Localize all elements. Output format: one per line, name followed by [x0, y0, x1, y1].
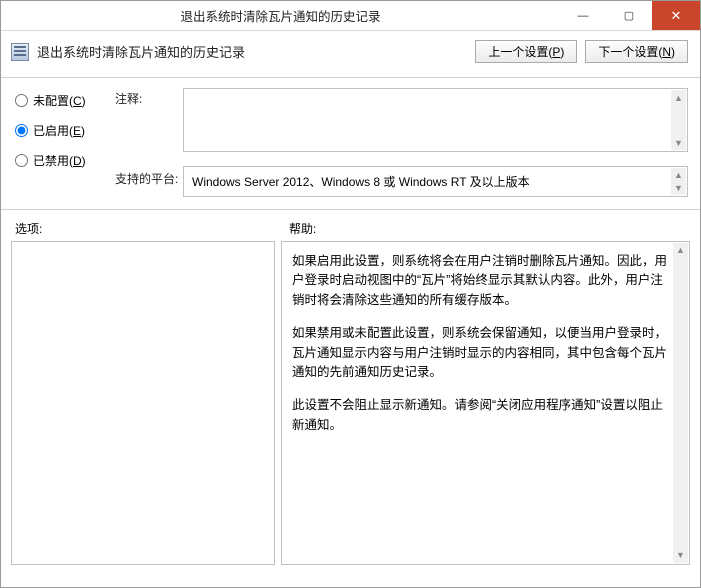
radio-enabled[interactable]: 已启用(E) [15, 122, 115, 139]
help-pane: 如果启用此设置，则系统将会在用户注销时删除瓦片通知。因此，用户登录时启动视图中的… [281, 241, 690, 565]
scroll-down-icon[interactable]: ▼ [671, 182, 686, 196]
policy-header: 退出系统时清除瓦片通知的历史记录 上一个设置(P) 下一个设置(N) [1, 31, 700, 78]
radio-not-configured[interactable]: 未配置(C) [15, 92, 115, 109]
radio-not-configured-input[interactable] [15, 94, 28, 107]
config-grid: 未配置(C) 已启用(E) 已禁用(D) 注释: ▲ ▼ 支持的平台: Wind… [1, 78, 700, 210]
platforms-box: Windows Server 2012、Windows 8 或 Windows … [183, 166, 688, 197]
lower-labels: 选项: 帮助: [1, 210, 700, 241]
policy-title: 退出系统时清除瓦片通知的历史记录 [37, 42, 467, 61]
maximize-button[interactable]: ▢ [606, 1, 652, 30]
platforms-scrollbar[interactable]: ▲ ▼ [671, 168, 686, 195]
radio-not-configured-label: 未配置(C) [33, 92, 86, 109]
help-scrollbar[interactable]: ▲ ▼ [673, 243, 688, 563]
minimize-button[interactable]: — [560, 1, 606, 30]
help-paragraph: 如果禁用或未配置此设置，则系统会保留通知，以便当用户登录时，瓦片通知显示内容与用… [292, 324, 667, 382]
comment-label: 注释: [115, 88, 183, 152]
scroll-up-icon[interactable]: ▲ [671, 168, 686, 182]
comment-scrollbar[interactable]: ▲ ▼ [671, 90, 686, 150]
radio-disabled[interactable]: 已禁用(D) [15, 152, 115, 169]
options-pane [11, 241, 275, 565]
options-label: 选项: [15, 220, 289, 237]
comment-textarea[interactable]: ▲ ▼ [183, 88, 688, 152]
scroll-up-icon[interactable]: ▲ [673, 243, 688, 258]
close-button[interactable]: ✕ [652, 1, 700, 30]
next-setting-button[interactable]: 下一个设置(N) [585, 40, 688, 63]
previous-setting-button[interactable]: 上一个设置(P) [475, 40, 577, 63]
help-paragraph: 如果启用此设置，则系统将会在用户注销时删除瓦片通知。因此，用户登录时启动视图中的… [292, 252, 667, 310]
lower-panes: 如果启用此设置，则系统将会在用户注销时删除瓦片通知。因此，用户登录时启动视图中的… [1, 241, 700, 575]
scroll-track[interactable] [671, 105, 686, 135]
radio-disabled-label: 已禁用(D) [33, 152, 86, 169]
state-radio-group: 未配置(C) 已启用(E) 已禁用(D) [15, 88, 115, 197]
policy-icon [11, 43, 29, 61]
help-label: 帮助: [289, 220, 316, 237]
scroll-up-icon[interactable]: ▲ [671, 90, 686, 105]
scroll-down-icon[interactable]: ▼ [673, 548, 688, 563]
platforms-label: 支持的平台: [115, 166, 183, 197]
radio-disabled-input[interactable] [15, 154, 28, 167]
scroll-track[interactable] [673, 258, 688, 548]
scroll-down-icon[interactable]: ▼ [671, 135, 686, 150]
platforms-value: Windows Server 2012、Windows 8 或 Windows … [192, 175, 530, 189]
titlebar: 退出系统时清除瓦片通知的历史记录 — ▢ ✕ [1, 1, 700, 31]
window-title: 退出系统时清除瓦片通知的历史记录 [1, 6, 560, 25]
prev-next-group: 上一个设置(P) 下一个设置(N) [475, 40, 688, 63]
window-controls: — ▢ ✕ [560, 1, 700, 30]
help-paragraph: 此设置不会阻止显示新通知。请参阅“关闭应用程序通知”设置以阻止新通知。 [292, 396, 667, 435]
radio-enabled-input[interactable] [15, 124, 28, 137]
radio-enabled-label: 已启用(E) [33, 122, 85, 139]
